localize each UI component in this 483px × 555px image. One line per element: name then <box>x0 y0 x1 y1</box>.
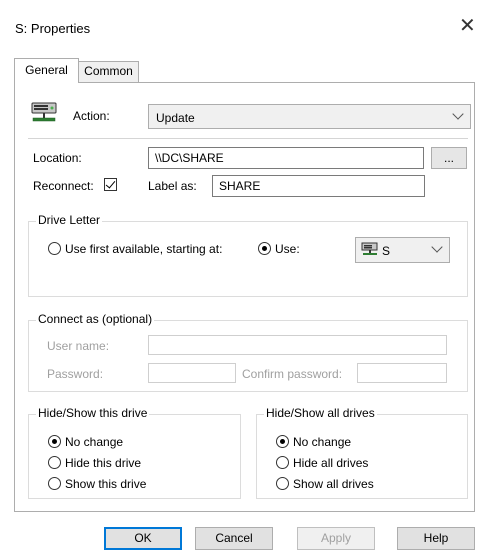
network-drive-icon <box>31 102 57 122</box>
reconnect-label: Reconnect: <box>33 179 94 193</box>
user-name-input[interactable] <box>148 335 447 355</box>
first-available-label[interactable]: Use first available, starting at: <box>65 242 222 256</box>
location-label: Location: <box>33 151 82 165</box>
this-no-change-label[interactable]: No change <box>65 435 123 449</box>
show-all-drives-label[interactable]: Show all drives <box>293 477 374 491</box>
drive-letter-value: S <box>382 244 391 258</box>
radio-hide-all-drives[interactable] <box>276 456 289 469</box>
drive-letter-dropdown[interactable]: S <box>355 237 450 263</box>
radio-show-this-drive[interactable] <box>48 477 61 490</box>
label-as-value: SHARE <box>219 179 261 193</box>
chevron-down-icon <box>452 108 464 120</box>
chevron-down-icon <box>431 241 443 253</box>
close-icon[interactable]: ✕ <box>459 16 476 36</box>
radio-first-available[interactable] <box>48 242 61 255</box>
action-label: Action: <box>73 109 110 123</box>
user-name-label: User name: <box>47 339 110 353</box>
drive-letter-title: Drive Letter <box>36 213 103 227</box>
ok-button[interactable]: OK <box>104 527 182 550</box>
hide-all-drives-label[interactable]: Hide all drives <box>293 456 368 470</box>
use-label[interactable]: Use: <box>275 242 300 256</box>
tab-common[interactable]: Common <box>79 61 139 83</box>
confirm-password-input[interactable] <box>357 363 447 383</box>
password-label: Password: <box>47 367 104 381</box>
action-value: Update <box>156 111 195 125</box>
connect-as-title: Connect as (optional) <box>36 312 155 326</box>
browse-button[interactable]: ... <box>431 147 467 169</box>
cancel-button[interactable]: Cancel <box>195 527 273 550</box>
location-input[interactable]: \\DC\SHARE <box>148 147 424 169</box>
network-drive-icon <box>361 242 378 255</box>
hide-this-drive-label[interactable]: Hide this drive <box>65 456 141 470</box>
apply-button[interactable]: Apply <box>297 527 375 550</box>
confirm-password-label: Confirm password: <box>242 367 343 381</box>
show-this-drive-label[interactable]: Show this drive <box>65 477 146 491</box>
divider <box>28 138 468 139</box>
action-dropdown[interactable]: Update <box>148 104 471 129</box>
label-as-label: Label as: <box>148 179 197 193</box>
radio-hide-this-drive[interactable] <box>48 456 61 469</box>
label-as-input[interactable]: SHARE <box>212 175 425 197</box>
hide-show-this-title: Hide/Show this drive <box>36 406 150 420</box>
help-button[interactable]: Help <box>397 527 475 550</box>
hide-show-all-title: Hide/Show all drives <box>264 406 377 420</box>
radio-this-no-change[interactable] <box>48 435 61 448</box>
all-no-change-label[interactable]: No change <box>293 435 351 449</box>
radio-all-no-change[interactable] <box>276 435 289 448</box>
location-value: \\DC\SHARE <box>155 151 224 165</box>
reconnect-checkbox[interactable] <box>104 178 117 191</box>
radio-use[interactable] <box>258 242 271 255</box>
window-title: S: Properties <box>15 21 91 36</box>
radio-show-all-drives[interactable] <box>276 477 289 490</box>
password-input[interactable] <box>148 363 236 383</box>
tab-general[interactable]: General <box>14 58 79 83</box>
